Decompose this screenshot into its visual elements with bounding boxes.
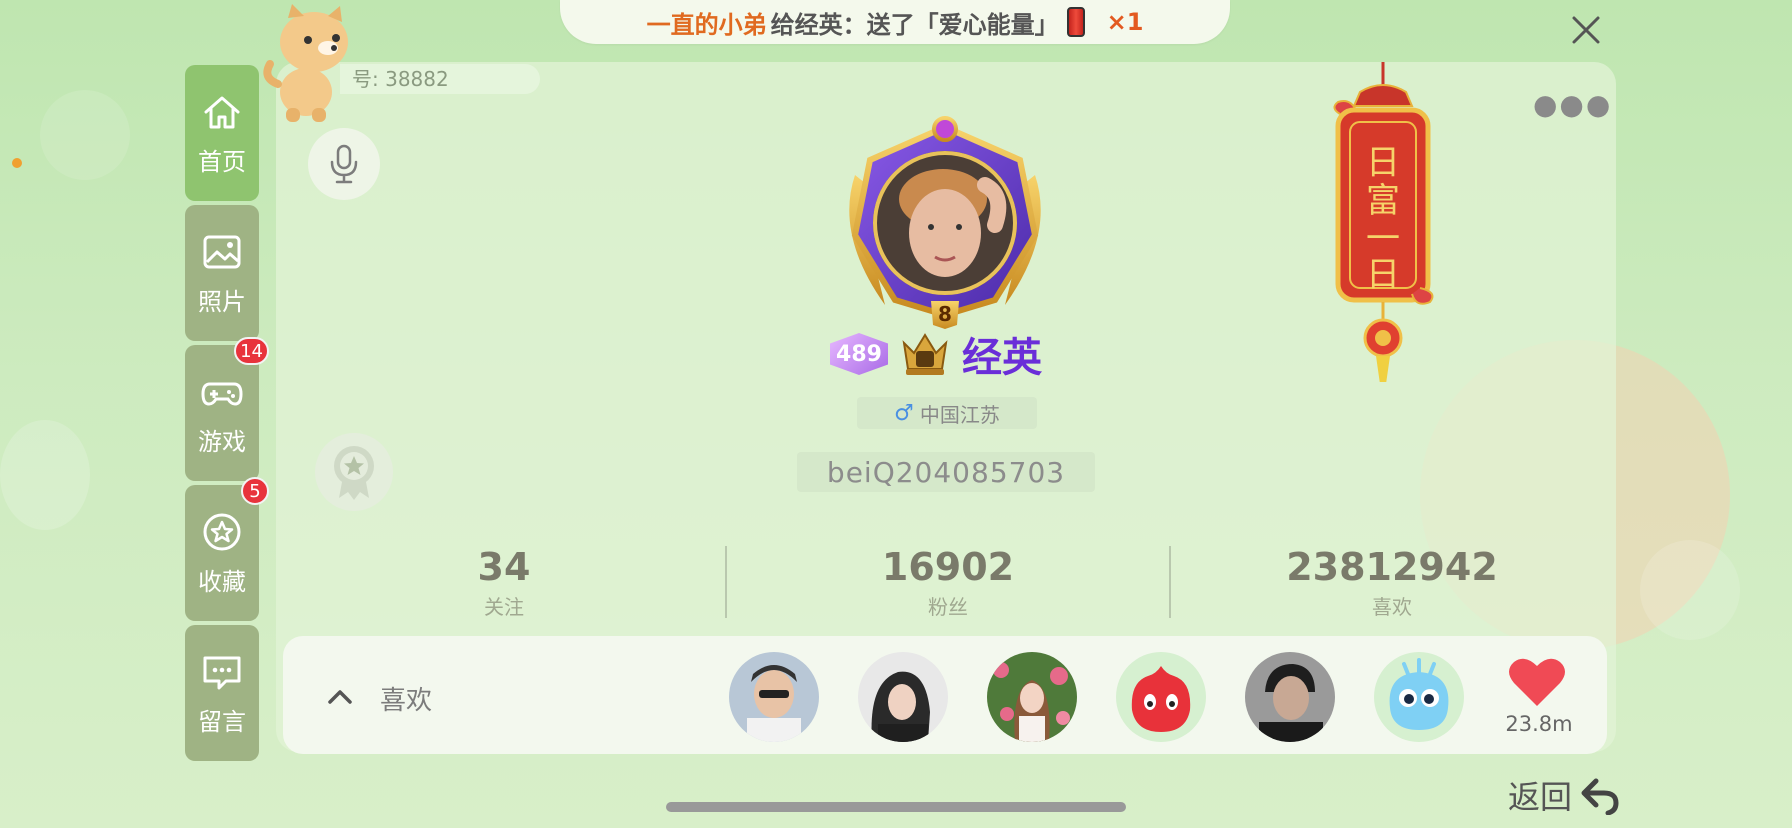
gift-count: ×1: [1106, 8, 1144, 36]
level-badge: 489: [830, 333, 888, 375]
sidebar-item-label: 照片: [198, 287, 246, 316]
star-icon: [203, 513, 241, 550]
home-icon: [204, 96, 240, 128]
avatar-frame[interactable]: 8: [835, 115, 1055, 330]
gift-banner: 一直的小弟 给经英：送了「爱心能量」 ×1: [560, 0, 1230, 44]
gamepad-icon: [201, 382, 243, 406]
liker-avatar[interactable]: [1245, 652, 1335, 742]
lantern-char: 富: [1366, 181, 1400, 221]
following-count: 34: [477, 544, 531, 589]
user-id[interactable]: beiQ204085703: [797, 452, 1095, 492]
bg-bubble: [0, 420, 90, 530]
medal-icon: [334, 446, 374, 500]
location-text: 中国江苏: [919, 402, 1000, 427]
lantern-decoration-icon[interactable]: 日 富 一 日: [1320, 62, 1440, 382]
name-row: 489 经英: [830, 332, 1042, 381]
games-badge: 14: [234, 337, 269, 365]
location-pill: ♂ 中国江苏: [857, 397, 1037, 429]
energy-can-icon: [1066, 7, 1085, 37]
microphone-icon: [330, 144, 358, 184]
liker-avatar[interactable]: [1374, 652, 1464, 742]
sidebar-item-home[interactable]: 首页: [185, 65, 259, 201]
more-menu-button[interactable]: ●●●: [1533, 88, 1612, 121]
expand-button[interactable]: [322, 684, 358, 712]
likes-count: 23812942: [1286, 544, 1498, 589]
favorites-badge: 5: [241, 477, 269, 505]
sidebar-item-messages[interactable]: 留言: [185, 625, 259, 761]
room-id: 号: 38882: [340, 64, 540, 94]
back-arrow-icon: [1581, 778, 1619, 815]
return-button[interactable]: 返回: [1508, 772, 1620, 818]
lantern-char: 日: [1366, 143, 1400, 183]
likes-stat-label: 喜欢: [1372, 594, 1412, 619]
avatar-level: 8: [938, 302, 952, 326]
user-nickname: 经英: [962, 335, 1042, 381]
liker-avatar[interactable]: [858, 652, 948, 742]
gift-sender: 一直的小弟: [646, 10, 767, 39]
dog-mascot-icon: [263, 4, 348, 122]
sidebar-item-photos[interactable]: 照片: [185, 205, 259, 341]
like-button[interactable]: [1505, 656, 1569, 712]
stats-row: 34 关注 16902 粉丝 23812942 喜欢: [283, 544, 1613, 619]
sidebar-item-label: 收藏: [198, 567, 246, 596]
sidebar-item-label: 首页: [198, 147, 246, 176]
stat-likes[interactable]: 23812942 喜欢: [1171, 544, 1613, 619]
fans-count: 16902: [881, 544, 1015, 589]
likes-section-label: 喜欢: [380, 686, 433, 716]
sidebar-item-label: 游戏: [198, 427, 246, 456]
home-indicator[interactable]: [666, 802, 1126, 812]
fans-label: 粉丝: [928, 594, 968, 619]
sidebar-item-favorites[interactable]: 收藏 5: [185, 477, 269, 621]
bg-bubble: [12, 158, 22, 168]
liker-avatar[interactable]: [987, 652, 1077, 742]
voice-button[interactable]: [308, 128, 380, 200]
following-label: 关注: [484, 594, 524, 619]
lantern-char: 一: [1366, 219, 1400, 259]
lantern-char: 日: [1366, 255, 1400, 295]
bg-bubble: [1640, 540, 1740, 640]
sidebar-item-games[interactable]: 游戏 14: [185, 337, 269, 481]
medal-button[interactable]: [315, 433, 393, 511]
chevron-up-icon: [328, 690, 352, 704]
male-icon: ♂: [894, 400, 914, 426]
photo-icon: [203, 235, 241, 268]
message-icon: [203, 656, 241, 689]
liker-avatar[interactable]: [729, 652, 819, 742]
close-icon: [1572, 16, 1600, 44]
stat-following[interactable]: 34 关注: [283, 544, 725, 619]
heart-count: 23.8m: [1505, 712, 1573, 736]
sidebar-item-label: 留言: [198, 707, 246, 736]
bg-bubble: [40, 90, 130, 180]
close-button[interactable]: [1568, 12, 1604, 48]
stat-fans[interactable]: 16902 粉丝: [727, 544, 1169, 619]
liker-avatar[interactable]: [1116, 652, 1206, 742]
return-label: 返回: [1508, 778, 1573, 816]
gift-text: 给经英：送了「爱心能量」: [770, 10, 1059, 39]
heart-icon: [1509, 658, 1565, 706]
crown-badge-icon: [902, 333, 948, 375]
